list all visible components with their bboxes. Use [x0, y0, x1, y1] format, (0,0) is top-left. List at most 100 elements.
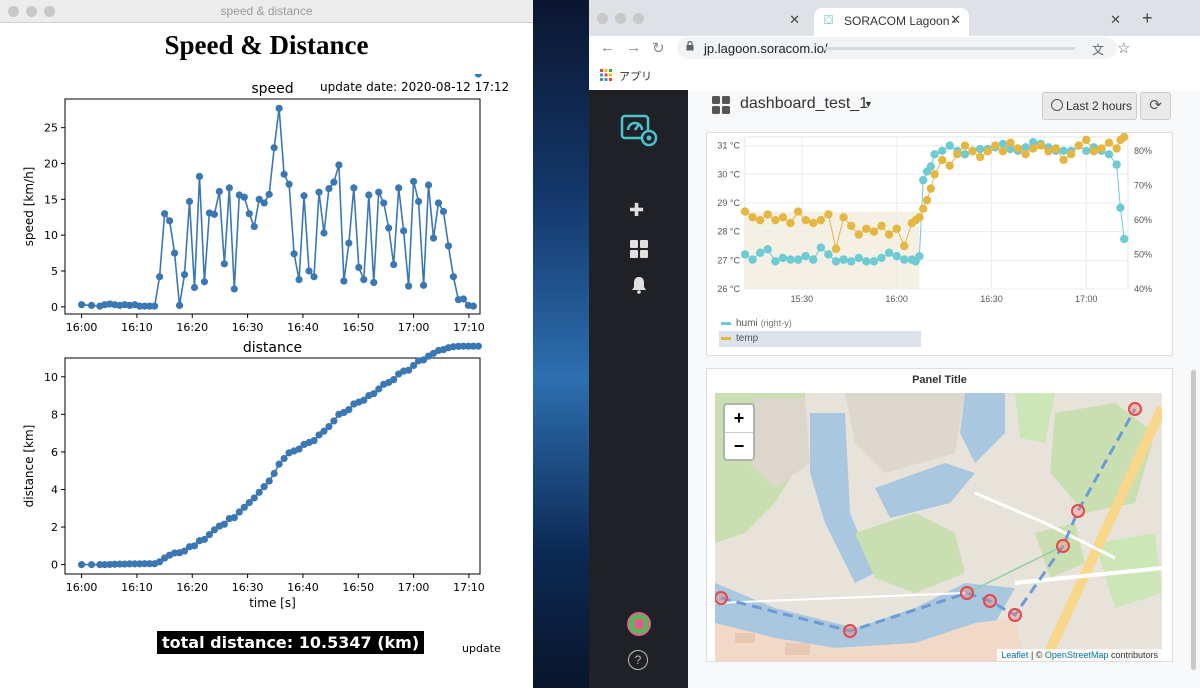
- data-point-humi: [884, 248, 894, 257]
- map-panel[interactable]: Panel Title + − Leaflet | © OpenStreetMa…: [706, 368, 1173, 662]
- data-point-humi: [1116, 203, 1125, 213]
- data-point: [325, 184, 333, 193]
- data-point: [305, 267, 313, 275]
- osm-link[interactable]: OpenStreetMap: [1045, 650, 1109, 660]
- data-point: [365, 191, 373, 199]
- legend-item-humi[interactable]: humi (right-y): [719, 315, 919, 331]
- bell-icon[interactable]: [630, 276, 648, 294]
- tab-label: SORACOM Lagoon - d: [844, 14, 959, 28]
- data-point-temp: [1021, 150, 1030, 159]
- x-axis-label: time [s]: [249, 596, 296, 610]
- data-point: [370, 278, 378, 287]
- data-point: [230, 514, 238, 522]
- data-point-temp: [831, 244, 841, 254]
- data-point-humi: [748, 255, 757, 264]
- data-point-humi: [778, 253, 788, 263]
- plus-icon[interactable]: ✚: [629, 200, 644, 221]
- data-point-humi: [937, 146, 947, 156]
- data-point: [280, 454, 288, 463]
- data-point-humi: [930, 150, 939, 159]
- data-point-humi: [755, 248, 765, 257]
- data-point: [215, 187, 223, 196]
- data-point: [255, 488, 263, 496]
- address-bar[interactable]: jp.lagoon.soracom.io/: [677, 37, 1117, 59]
- close-traffic-light[interactable]: [597, 13, 608, 24]
- map-view[interactable]: + − Leaflet | © OpenStreetMap contributo…: [715, 393, 1162, 661]
- apps-grid-icon[interactable]: [600, 69, 612, 81]
- graph-legend: humi (right-y) temp: [719, 315, 921, 347]
- apps-bookmark-label[interactable]: アプリ: [619, 68, 652, 84]
- graph-panel[interactable]: 26 °C 27 °C 28 °C 29 °C 30 °C 31 °C 40% 50% 60% 7…: [706, 132, 1173, 356]
- data-point-temp: [771, 215, 780, 225]
- back-arrow-icon[interactable]: ←: [600, 39, 615, 56]
- time-range-button[interactable]: Last 2 hours: [1042, 92, 1137, 120]
- zoom-out-button[interactable]: −: [725, 433, 753, 460]
- x-tick-label: 16:10: [121, 321, 153, 334]
- tab-background-2[interactable]: ✕: [969, 8, 1129, 36]
- data-point: [340, 277, 348, 285]
- data-point-temp: [960, 141, 970, 150]
- plot-frame: [64, 357, 481, 575]
- url-text: jp.lagoon.soracom.io/: [704, 41, 828, 56]
- data-point-humi: [740, 250, 750, 259]
- legend-item-temp[interactable]: temp: [719, 331, 921, 347]
- x-tick-label: 15:30: [791, 294, 814, 304]
- data-point-humi: [869, 257, 879, 266]
- scrollbar[interactable]: [1191, 370, 1196, 670]
- data-point: [444, 242, 453, 250]
- tab-close-icon[interactable]: ✕: [950, 12, 961, 28]
- translate-icon[interactable]: 文: [1092, 41, 1104, 58]
- bookmark-star-icon[interactable]: ☆: [1117, 39, 1130, 57]
- tab-soracom-lagoon[interactable]: ⛋ SORACOM Lagoon - d ✕: [814, 8, 969, 36]
- dashboards-icon[interactable]: [630, 240, 648, 258]
- data-point: [200, 278, 209, 286]
- zoom-traffic-light[interactable]: [633, 13, 644, 24]
- y-left-tick-label: 26 °C: [717, 284, 740, 294]
- dashboard-title[interactable]: dashboard_test_1: [740, 95, 868, 113]
- data-point-temp: [919, 204, 928, 213]
- data-point: [375, 188, 383, 196]
- legend-label: humi: [736, 318, 758, 329]
- data-point-humi: [862, 257, 871, 266]
- tab-close-icon[interactable]: ✕: [789, 12, 800, 28]
- tab-close-icon[interactable]: ✕: [1110, 12, 1121, 28]
- avatar[interactable]: [627, 612, 651, 636]
- zoom-control: + −: [723, 403, 755, 461]
- data-point: [225, 184, 233, 192]
- data-point: [424, 181, 433, 189]
- chart-title: speed: [251, 81, 293, 97]
- y-right-tick-label: 60%: [1134, 215, 1152, 225]
- data-point-temp: [1104, 138, 1114, 147]
- data-point: [330, 178, 338, 186]
- window-titlebar[interactable]: speed & distance: [0, 0, 533, 23]
- new-tab-button[interactable]: +: [1142, 8, 1153, 29]
- data-point: [265, 190, 273, 198]
- data-point-temp: [945, 161, 954, 170]
- forward-arrow-icon[interactable]: →: [626, 39, 641, 56]
- soracom-lagoon-logo-icon[interactable]: [619, 110, 659, 150]
- x-tick-label: 16:30: [232, 321, 264, 334]
- window-title: speed & distance: [220, 4, 313, 18]
- help-icon[interactable]: ?: [628, 650, 648, 670]
- update-button[interactable]: update: [456, 638, 502, 658]
- data-point: [250, 222, 258, 231]
- data-point: [275, 104, 283, 112]
- panel-title: Panel Title: [912, 374, 967, 386]
- data-point: [280, 170, 288, 178]
- leaflet-link[interactable]: Leaflet: [1001, 650, 1028, 660]
- data-point: [78, 561, 86, 569]
- data-point: [410, 177, 418, 186]
- zoom-in-button[interactable]: +: [725, 405, 753, 433]
- data-point: [260, 199, 268, 207]
- data-point: [395, 184, 403, 192]
- y-tick-label: 2: [51, 521, 58, 534]
- data-point-temp: [748, 213, 757, 222]
- data-point-temp: [801, 215, 810, 225]
- chevron-down-icon[interactable]: ▼: [864, 99, 873, 109]
- minimize-traffic-light[interactable]: [615, 13, 626, 24]
- refresh-button[interactable]: ⟳: [1140, 92, 1171, 120]
- data-point-humi: [763, 245, 772, 254]
- data-point-humi: [900, 255, 909, 264]
- data-point: [360, 276, 368, 284]
- reload-icon[interactable]: ↻: [652, 39, 665, 57]
